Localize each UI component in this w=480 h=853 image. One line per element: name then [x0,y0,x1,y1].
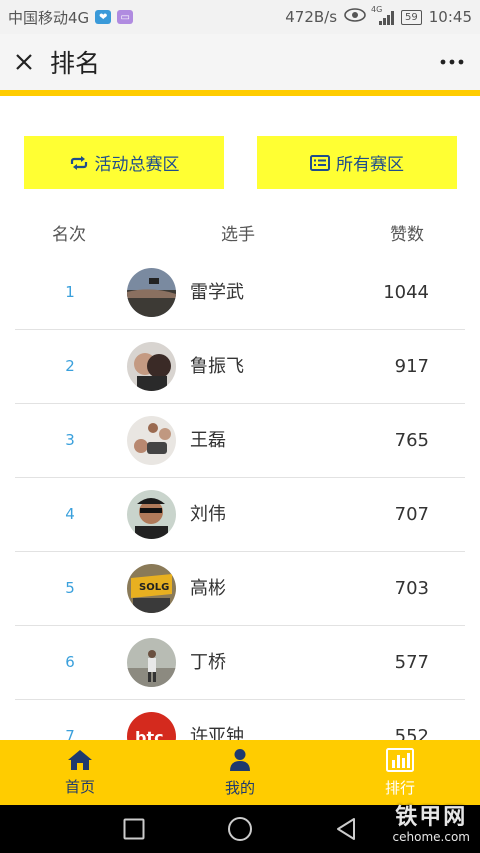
ranking-table-header: 名次 选手 赞数 [0,220,480,248]
signal-icon: 4G [371,5,395,25]
like-count: 552 [394,726,429,740]
clock: 10:45 [428,8,472,26]
more-menu-button[interactable] [424,34,480,90]
watermark: 铁甲网 cehome.com [392,805,470,845]
back-button[interactable] [332,815,360,843]
avatar[interactable] [127,342,176,391]
network-speed: 472B/s [285,8,338,26]
user-icon [230,748,250,771]
watermark-title: 铁甲网 [395,805,468,830]
tab-all-divisions[interactable]: 所有赛区 [257,136,457,189]
page-title: 排名 [50,49,101,78]
home-button[interactable] [226,815,254,843]
table-row[interactable]: 4 刘伟 707 [15,478,465,552]
watermark-url: cehome.com [392,830,470,844]
like-count: 917 [394,356,429,377]
column-header-rank: 名次 [52,225,86,245]
rank-number: 2 [65,357,75,375]
status-left: 中国移动4G ❤ ▭ [8,7,134,28]
nav-item-mine[interactable]: 我的 [160,740,320,805]
like-count: 707 [394,504,429,525]
avatar-brand-text: SOLG [139,582,169,593]
player-name: 雷学武 [190,282,244,303]
table-row[interactable]: 1 雷学武 1044 [15,256,465,330]
avatar[interactable] [127,268,176,317]
player-name: 许亚钟 [190,726,244,740]
player-name: 刘伟 [190,504,226,525]
close-button[interactable] [0,34,48,90]
avatar[interactable]: btc [127,712,176,740]
carrier-name: 中国移动4G [8,8,90,27]
refresh-icon [70,155,87,170]
bottom-nav: 首页 我的 排行 [0,740,480,805]
player-name: 高彬 [190,578,226,599]
avatar[interactable]: SOLG [127,564,176,613]
home-icon [68,749,92,770]
column-header-likes: 赞数 [390,225,424,245]
nav-label: 排行 [384,778,415,797]
status-bar: 中国移动4G ❤ ▭ 472B/s 4G 59 10:45 [0,0,480,34]
bar-chart-icon [386,747,414,772]
nav-label: 首页 [64,777,95,796]
avatar-brand-text: btc [135,728,164,740]
status-right: 472B/s 4G 59 10:45 [285,5,472,26]
nav-item-ranking[interactable]: 排行 [320,740,480,805]
column-header-player: 选手 [221,225,255,245]
list-icon [310,154,330,171]
player-name: 丁桥 [190,652,226,673]
table-row[interactable]: 6 丁桥 577 [15,626,465,700]
title-bar: 排名 [0,34,480,90]
rank-number: 3 [65,431,75,449]
tab-label: 所有赛区 [336,155,404,175]
rank-number: 7 [65,727,75,740]
close-icon [16,54,32,70]
table-row[interactable]: 3 王磊 765 [15,404,465,478]
nav-label: 我的 [224,778,255,797]
back-triangle-icon [337,818,355,840]
player-name: 鲁振飞 [190,356,244,377]
rank-number: 6 [65,653,75,671]
like-count: 577 [394,652,429,673]
battery-indicator: 59 [401,9,422,25]
app-notification-icon: ❤ [95,10,112,24]
square-icon [123,818,145,840]
more-icon [440,59,464,65]
recent-apps-button[interactable] [120,815,148,843]
table-row[interactable]: 7 btc 许亚钟 552 [15,700,465,740]
table-row[interactable]: 2 鲁振飞 917 [15,330,465,404]
tab-activity-total[interactable]: 活动总赛区 [24,136,224,189]
like-count: 765 [394,430,429,451]
rank-number: 4 [65,505,75,523]
message-notification-icon: ▭ [117,10,134,24]
circle-icon [228,817,252,841]
ranking-list: 1 雷学武 1044 2 鲁振飞 917 3 王磊 765 4 刘伟 707 5… [15,256,465,740]
like-count: 703 [394,578,429,599]
tab-label: 活动总赛区 [94,155,180,175]
rank-number: 5 [65,579,75,597]
network-type: 4G [371,5,383,14]
header-accent-line [0,90,480,96]
eye-icon [344,8,366,26]
avatar[interactable] [127,638,176,687]
player-name: 王磊 [190,430,226,451]
table-row[interactable]: 5 SOLG 高彬 703 [15,552,465,626]
like-count: 1044 [383,282,429,303]
rank-number: 1 [65,283,75,301]
avatar[interactable] [127,416,176,465]
nav-item-home[interactable]: 首页 [0,740,160,805]
avatar[interactable] [127,490,176,539]
